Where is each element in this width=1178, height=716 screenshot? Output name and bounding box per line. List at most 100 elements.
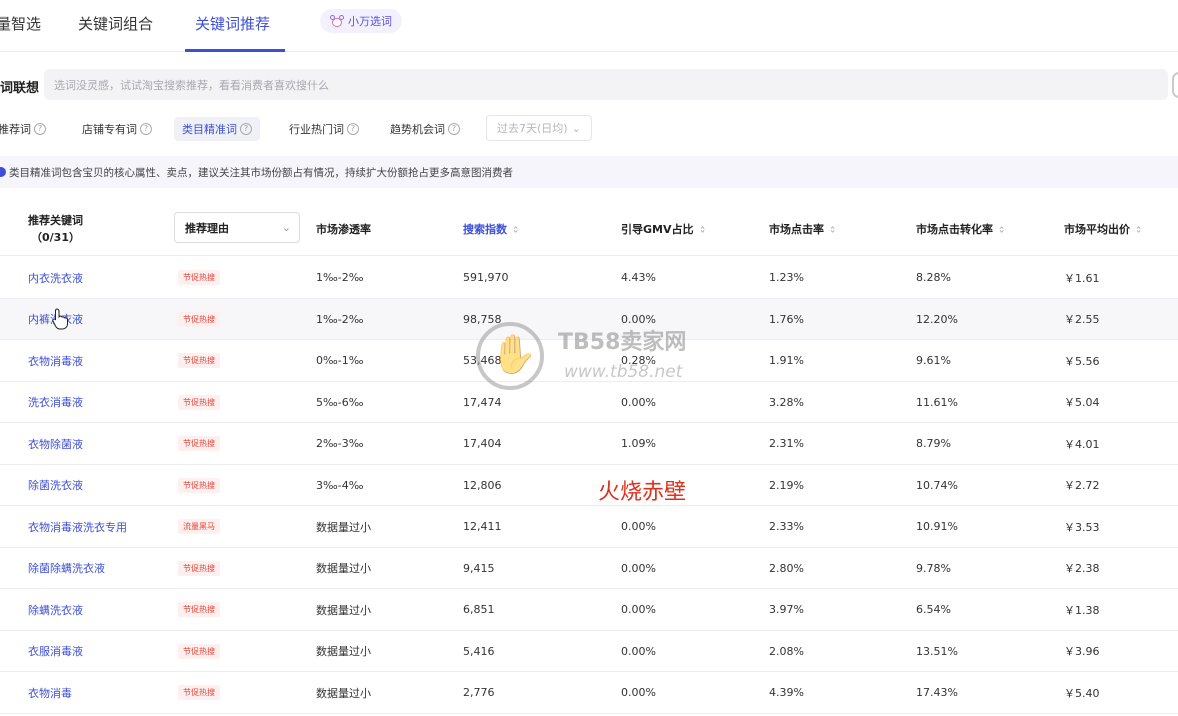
reason-cell: 节促热搜	[178, 423, 220, 464]
col-penetration: 市场渗透率	[316, 223, 371, 236]
search-index-value: 17,474	[463, 395, 502, 409]
filter-label: 店铺专有词	[82, 123, 137, 136]
ctr-value: 2.31%	[769, 437, 804, 450]
gmv-share-cell: 0.00%	[621, 672, 656, 713]
table-row[interactable]: 衣服消毒液 节促热搜 数据量过小 5,416 0.00% 2.08% 13.51% ￥3.96	[0, 631, 1178, 672]
avg-bid-value: ￥5.40	[1064, 686, 1100, 700]
keyword-link[interactable]: 内衣洗衣液	[28, 270, 83, 286]
period-value: 过去7天(日均)	[497, 122, 568, 135]
help-icon[interactable]: ?	[448, 123, 460, 135]
filter-industry-hot[interactable]: 行业热门词?	[289, 117, 359, 141]
info-notice: 类目精准词包含宝贝的核心属性、卖点，建议关注其市场份额占有情况，持续扩大份额抢占…	[0, 156, 1178, 188]
ctr-cell: 4.39%	[769, 672, 804, 713]
help-icon[interactable]: ?	[34, 123, 46, 135]
search-index-cell: 2,776	[463, 672, 495, 713]
info-icon	[0, 167, 6, 177]
search-index-value: 2,776	[463, 686, 495, 699]
gmv-share-value: 0.00%	[621, 686, 656, 699]
gmv-share-value: 0.00%	[621, 520, 656, 533]
penetration-value: 5‰-6‰	[316, 395, 364, 409]
cvr-value: 6.54%	[916, 603, 951, 616]
tab-keyword-recommend[interactable]: 关键词推荐	[195, 13, 270, 34]
filter-shop-exclusive[interactable]: 店铺专有词?	[82, 117, 152, 141]
period-select[interactable]: 过去7天(日均) ⌄	[486, 115, 592, 141]
keyword-link[interactable]: 除螨洗衣液	[28, 602, 83, 618]
keyword-link[interactable]: 衣物消毒液	[28, 353, 83, 369]
search-label: 词联想	[0, 81, 40, 96]
col-ctr[interactable]: 市场点击率 ‹›	[769, 221, 837, 237]
reason-filter-select[interactable]: 推荐理由 ⌄	[174, 212, 300, 243]
watermark-url: www.tb58.net	[564, 362, 683, 382]
sort-icon[interactable]: ‹›	[996, 225, 1006, 232]
search-index-cell: 6,851	[463, 589, 495, 630]
ctr-value: 4.39%	[769, 686, 804, 699]
avg-bid-cell: ￥3.53	[1064, 506, 1100, 547]
table-row[interactable]: 除菌除螨洗衣液 节促热搜 数据量过小 9,415 0.00% 2.80% 9.78% ￥2.3…	[0, 548, 1178, 589]
sort-icon[interactable]: ‹›	[510, 225, 520, 232]
penetration-cell: 2‰-3‰	[316, 423, 364, 464]
tab-smart-select[interactable]: 量智选	[0, 13, 41, 34]
penetration-cell: 数据量过小	[316, 548, 371, 589]
xiaowan-select-button[interactable]: 小万选词	[320, 9, 402, 33]
avg-bid-value: ￥1.38	[1064, 603, 1100, 617]
cvr-cell: 10.74%	[916, 465, 958, 506]
keyword-link[interactable]: 除菌除螨洗衣液	[28, 560, 105, 576]
avg-bid-value: ￥5.56	[1064, 354, 1100, 368]
keyword-link[interactable]: 衣服消毒液	[28, 643, 83, 659]
gmv-share-value: 0.00%	[621, 561, 656, 575]
table-row[interactable]: 除螨洗衣液 节促热搜 数据量过小 6,851 0.00% 3.97% 6.54% ￥1.38	[0, 589, 1178, 631]
overlay-caption: 火烧赤壁	[598, 480, 687, 505]
keyword-link[interactable]: 除菌洗衣液	[28, 477, 83, 493]
keyword-link[interactable]: 衣物除菌液	[28, 436, 83, 452]
top-tab-bar: 量智选 关键词组合 关键词推荐 小万选词	[0, 0, 1178, 52]
tab-keyword-combo[interactable]: 关键词组合	[78, 13, 153, 34]
keyword-link[interactable]: 衣物消毒液洗衣专用	[28, 519, 127, 535]
keyword-suggest-input[interactable]: 选词没灵感，试试淘宝搜索推荐，看看消费者喜欢搜什么	[44, 69, 1168, 100]
sort-icon[interactable]: ‹›	[827, 225, 837, 232]
cvr-cell: 8.79%	[916, 423, 951, 464]
help-icon[interactable]: ?	[240, 123, 252, 135]
gmv-share-cell: 0.00%	[621, 506, 656, 547]
filter-recommend[interactable]: 推荐词?	[0, 117, 46, 141]
ctr-cell: 1.76%	[769, 299, 804, 340]
table-row[interactable]: 除菌洗衣液 节促热搜 3‰-4‰ 12,806 2.19% 10.74% ￥2.72	[0, 465, 1178, 506]
sort-icon[interactable]: ‹›	[1133, 225, 1143, 232]
avg-bid-value: ￥1.61	[1064, 271, 1100, 285]
cvr-value: 8.79%	[916, 437, 951, 450]
filter-trend-opportunity[interactable]: 趋势机会词?	[390, 117, 460, 141]
gmv-share-cell: 0.00%	[621, 548, 656, 589]
reason-tag: 节促热搜	[178, 602, 220, 617]
edge-toggle[interactable]	[1172, 72, 1178, 98]
keyword-link[interactable]: 洗衣消毒液	[28, 394, 83, 410]
table-row[interactable]: 衣物消毒液洗衣专用 流量黑马 数据量过小 12,411 0.00% 2.33% 10.91%…	[0, 506, 1178, 548]
reason-cell: 节促热搜	[178, 382, 220, 423]
keyword-link[interactable]: 衣物消毒	[28, 685, 72, 701]
keyword-cell: 衣物除菌液	[28, 423, 83, 464]
reason-cell: 节促热搜	[178, 672, 220, 713]
avg-bid-value: ￥3.53	[1064, 520, 1100, 534]
table-row[interactable]: 内衣洗衣液 节促热搜 1‰-2‰ 591,970 4.43% 1.23% 8.28% ￥1.6…	[0, 257, 1178, 299]
table-row[interactable]: 衣物消毒 节促热搜 数据量过小 2,776 0.00% 4.39% 17.43% ￥5.40	[0, 672, 1178, 714]
ctr-value: 2.80%	[769, 561, 804, 575]
filter-label: 趋势机会词	[390, 123, 445, 136]
penetration-cell: 1‰-2‰	[316, 299, 364, 340]
gmv-share-cell: 4.43%	[621, 257, 656, 298]
filter-label: 行业热门词	[289, 123, 344, 136]
sort-icon[interactable]: ‹›	[697, 225, 707, 232]
filter-category-precise[interactable]: 类目精准词?	[174, 117, 260, 141]
col-avg-bid[interactable]: 市场平均出价 ‹›	[1064, 221, 1143, 237]
gmv-share-cell: 0.00%	[621, 589, 656, 630]
reason-cell: 流量黑马	[178, 506, 220, 547]
col-search-index[interactable]: 搜索指数 ‹›	[463, 221, 520, 237]
ctr-cell: 3.28%	[769, 382, 804, 423]
avg-bid-cell: ￥5.56	[1064, 340, 1100, 381]
reason-tag: 节促热搜	[178, 685, 220, 700]
cvr-value: 11.61%	[916, 395, 958, 409]
col-cvr[interactable]: 市场点击转化率 ‹›	[916, 221, 1006, 237]
col-gmv-share[interactable]: 引导GMV占比 ‹›	[621, 221, 707, 237]
cvr-value: 12.20%	[916, 312, 958, 326]
help-icon[interactable]: ?	[347, 123, 359, 135]
cvr-value: 9.61%	[916, 354, 951, 367]
table-row[interactable]: 衣物除菌液 节促热搜 2‰-3‰ 17,404 1.09% 2.31% 8.79% ￥4.01	[0, 423, 1178, 465]
help-icon[interactable]: ?	[140, 123, 152, 135]
